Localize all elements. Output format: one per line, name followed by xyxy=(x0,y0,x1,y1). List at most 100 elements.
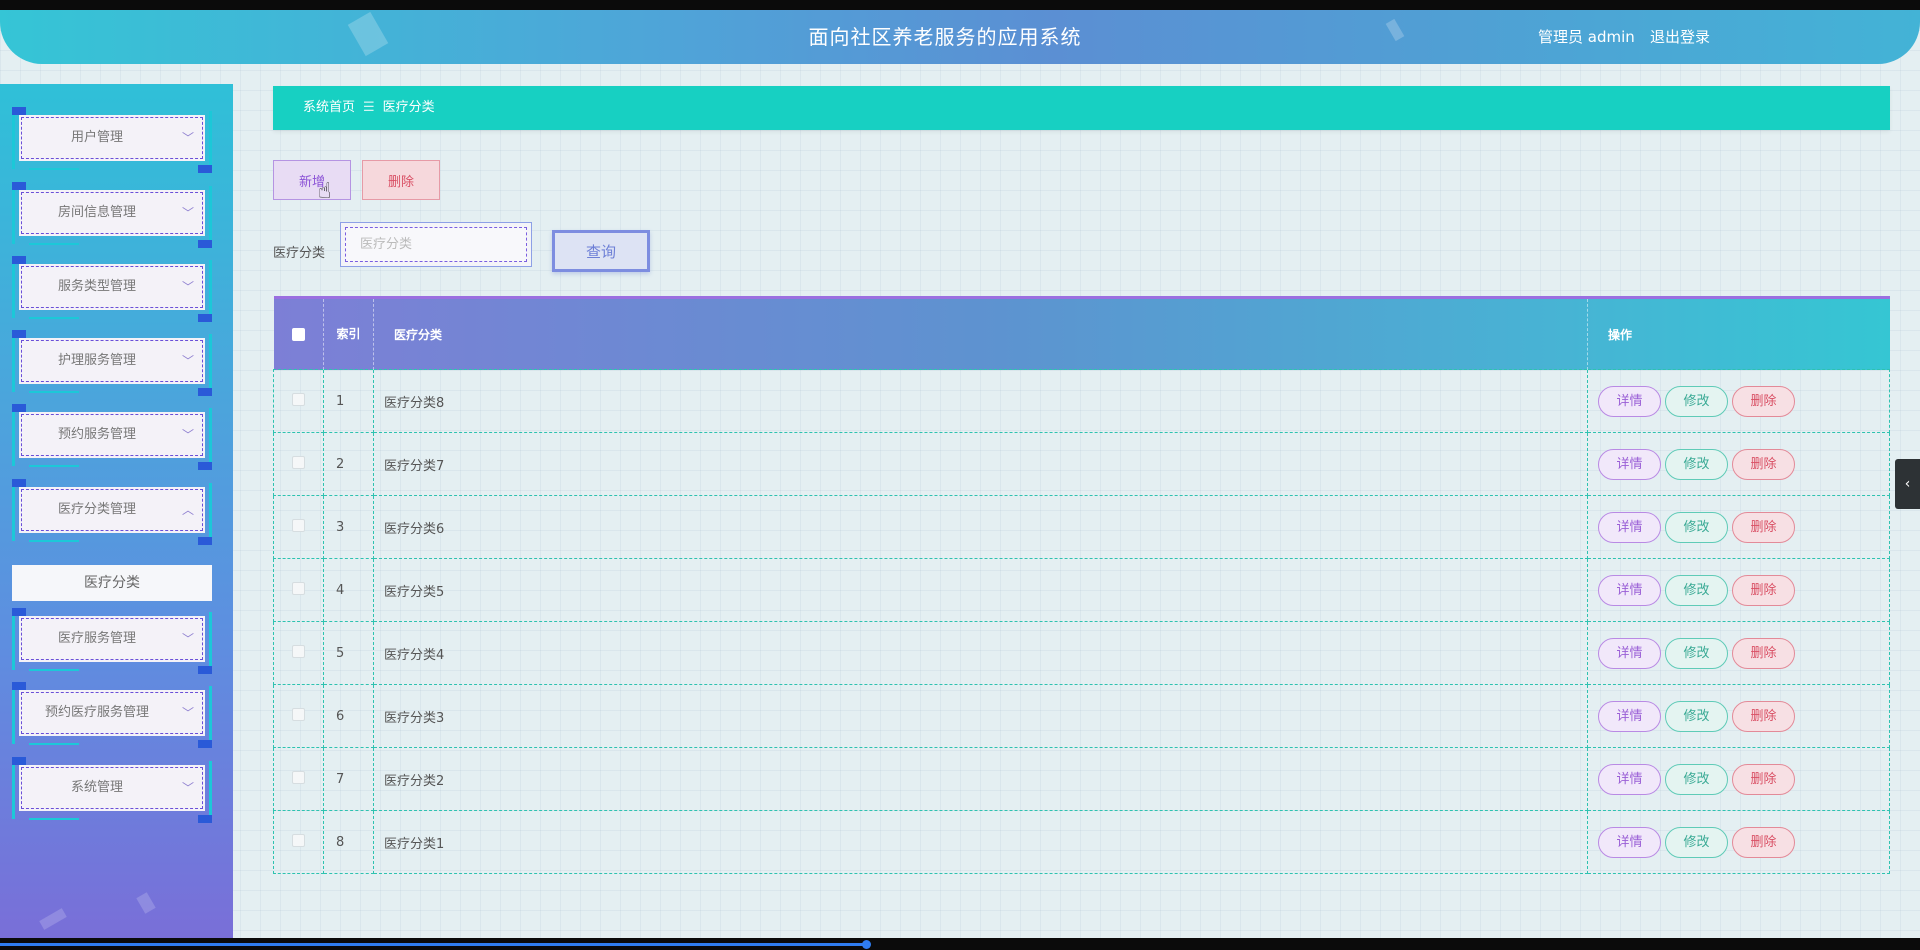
chevron-left-icon: ‹ xyxy=(1904,476,1911,492)
row-name: 医疗分类1 xyxy=(373,810,1588,874)
detail-button[interactable]: 详情 xyxy=(1598,574,1661,606)
row-checkbox[interactable] xyxy=(292,644,305,658)
edit-button[interactable]: 修改 xyxy=(1665,637,1728,669)
breadcrumb: 系统首页 ☰ 医疗分类 xyxy=(273,86,1890,130)
row-name: 医疗分类2 xyxy=(373,747,1588,811)
row-name: 医疗分类5 xyxy=(373,558,1588,622)
row-index: 1 xyxy=(323,369,374,433)
breadcrumb-home[interactable]: 系统首页 xyxy=(303,100,355,115)
edit-button[interactable]: 修改 xyxy=(1665,385,1728,417)
app-root: 面向社区养老服务的应用系统 管理员 admin 退出登录 用户管理 ﹀ 房间信息… xyxy=(0,10,1920,938)
sidebar-menu: 用户管理 ﹀ 房间信息管理 ﹀ 服务类型管理 ﹀ 护理服务管理 ﹀ 预约服务管理… xyxy=(0,84,233,938)
row-index: 8 xyxy=(323,810,374,874)
row-index: 6 xyxy=(323,684,374,748)
chevron-down-icon: ﹀ xyxy=(181,632,194,646)
detail-button[interactable]: 详情 xyxy=(1598,448,1661,480)
search-input[interactable] xyxy=(345,227,527,262)
row-name: 医疗分类6 xyxy=(373,495,1588,559)
sidebar-decoration xyxy=(39,908,67,930)
batch-delete-button[interactable]: 删除 xyxy=(362,160,440,200)
detail-button[interactable]: 详情 xyxy=(1598,637,1661,669)
sidebar-item-label: 预约医疗服务管理 xyxy=(44,705,149,720)
row-checkbox[interactable] xyxy=(292,770,305,784)
sidebar-item-label: 用户管理 xyxy=(70,130,123,145)
sidebar-item-system-management[interactable]: 系统管理 ﹀ xyxy=(12,757,212,823)
row-index: 7 xyxy=(323,747,374,811)
table-row: 6 医疗分类3 详情 修改 删除 xyxy=(273,684,1890,748)
chevron-down-icon: ﹀ xyxy=(181,781,194,795)
window-top-bar xyxy=(0,0,1920,10)
row-checkbox[interactable] xyxy=(292,392,305,406)
chevron-down-icon: ﹀ xyxy=(181,206,194,220)
search-field-wrapper xyxy=(340,222,532,267)
detail-button[interactable]: 详情 xyxy=(1598,385,1661,417)
sidebar-item-medical-service-management[interactable]: 医疗服务管理 ﹀ xyxy=(12,608,212,674)
edit-button[interactable]: 修改 xyxy=(1665,700,1728,732)
delete-button[interactable]: 删除 xyxy=(1732,637,1795,669)
sidebar-item-label: 医疗服务管理 xyxy=(57,631,136,646)
sidebar-item-service-type-management[interactable]: 服务类型管理 ﹀ xyxy=(12,256,212,322)
table-row: 1 医疗分类8 详情 修改 删除 xyxy=(273,369,1890,433)
edit-button[interactable]: 修改 xyxy=(1665,763,1728,795)
row-name: 医疗分类4 xyxy=(373,621,1588,685)
search-label: 医疗分类 xyxy=(273,246,326,261)
detail-button[interactable]: 详情 xyxy=(1598,511,1661,543)
breadcrumb-separator-icon: ☰ xyxy=(363,100,375,115)
delete-button[interactable]: 删除 xyxy=(1732,385,1795,417)
delete-button[interactable]: 删除 xyxy=(1732,826,1795,858)
row-checkbox[interactable] xyxy=(292,518,305,532)
progress-handle[interactable] xyxy=(862,940,871,949)
chevron-down-icon: ﹀ xyxy=(181,131,194,145)
sidebar-item-booking-service-management[interactable]: 预约服务管理 ﹀ xyxy=(12,404,212,470)
sidebar-item-medical-category-management[interactable]: 医疗分类管理 ︿ xyxy=(12,479,212,545)
collapse-panel-handle[interactable]: ‹ xyxy=(1895,459,1920,509)
delete-button[interactable]: 删除 xyxy=(1732,511,1795,543)
sidebar-subitem-medical-category[interactable]: 医疗分类 xyxy=(12,565,212,601)
sidebar-item-label: 服务类型管理 xyxy=(57,279,136,294)
edit-button[interactable]: 修改 xyxy=(1665,511,1728,543)
table-header-row: 索引 医疗分类 操作 xyxy=(273,296,1890,370)
select-all-header xyxy=(273,296,324,370)
row-checkbox[interactable] xyxy=(292,455,305,469)
edit-button[interactable]: 修改 xyxy=(1665,574,1728,606)
sidebar-item-user-management[interactable]: 用户管理 ﹀ xyxy=(12,107,212,173)
table-row: 2 医疗分类7 详情 修改 删除 xyxy=(273,432,1890,496)
row-index: 3 xyxy=(323,495,374,559)
chevron-down-icon: ﹀ xyxy=(181,280,194,294)
detail-button[interactable]: 详情 xyxy=(1598,700,1661,732)
delete-button[interactable]: 删除 xyxy=(1732,448,1795,480)
sidebar-item-label: 预约服务管理 xyxy=(57,427,136,442)
add-button[interactable]: 新增 xyxy=(273,160,351,200)
sidebar-item-nursing-service-management[interactable]: 护理服务管理 ﹀ xyxy=(12,330,212,396)
delete-button[interactable]: 删除 xyxy=(1732,574,1795,606)
select-all-checkbox[interactable] xyxy=(291,328,305,341)
table-row: 4 医疗分类5 详情 修改 删除 xyxy=(273,558,1890,622)
row-name: 医疗分类8 xyxy=(373,369,1588,433)
video-progress-bar[interactable] xyxy=(0,943,866,946)
row-checkbox[interactable] xyxy=(292,833,305,847)
column-header-ops: 操作 xyxy=(1587,296,1890,370)
chevron-down-icon: ﹀ xyxy=(181,706,194,720)
column-header-name: 医疗分类 xyxy=(373,296,1588,370)
sidebar-item-label: 房间信息管理 xyxy=(57,205,136,220)
sidebar-item-label: 医疗分类管理 xyxy=(57,502,136,517)
edit-button[interactable]: 修改 xyxy=(1665,826,1728,858)
breadcrumb-current: 医疗分类 xyxy=(382,100,435,115)
chevron-down-icon: ﹀ xyxy=(181,428,194,442)
row-checkbox[interactable] xyxy=(292,707,305,721)
delete-button[interactable]: 删除 xyxy=(1732,700,1795,732)
delete-button[interactable]: 删除 xyxy=(1732,763,1795,795)
table-row: 3 医疗分类6 详情 修改 删除 xyxy=(273,495,1890,559)
chevron-up-icon: ︿ xyxy=(181,503,194,517)
detail-button[interactable]: 详情 xyxy=(1598,763,1661,795)
sidebar-item-medical-booking-management[interactable]: 预约医疗服务管理 ﹀ xyxy=(12,682,212,748)
edit-button[interactable]: 修改 xyxy=(1665,448,1728,480)
detail-button[interactable]: 详情 xyxy=(1598,826,1661,858)
search-button[interactable]: 查询 xyxy=(552,230,650,272)
logout-link[interactable]: 退出登录 xyxy=(1650,10,1710,64)
row-checkbox[interactable] xyxy=(292,581,305,595)
table-row: 7 医疗分类2 详情 修改 删除 xyxy=(273,747,1890,811)
sidebar-item-room-info-management[interactable]: 房间信息管理 ﹀ xyxy=(12,182,212,248)
row-index: 5 xyxy=(323,621,374,685)
column-header-index: 索引 xyxy=(323,296,374,370)
